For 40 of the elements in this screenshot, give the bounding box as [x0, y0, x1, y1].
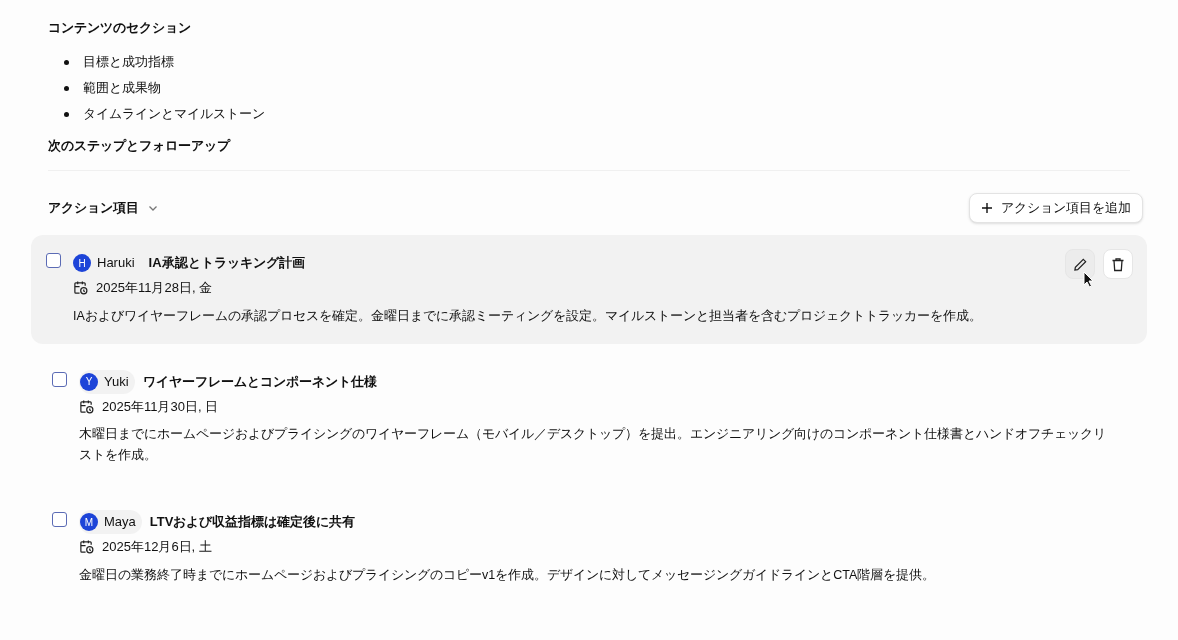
- avatar: Y: [80, 372, 98, 391]
- checkbox[interactable]: [46, 253, 61, 268]
- plus-icon: [981, 202, 993, 214]
- assignee-chip[interactable]: H Haruki: [73, 251, 141, 275]
- due-date: 2025年12月6日, 土: [102, 538, 212, 556]
- calendar-clock-icon: [79, 539, 94, 555]
- action-item-description: 金曜日の業務終了時までにホームページおよびプライシングのコピーv1を作成。デザインに対してメッセージングガイドラインとCTA階層を提供。: [79, 566, 937, 584]
- delete-button[interactable]: [1103, 249, 1133, 279]
- add-action-item-button[interactable]: アクション項目を追加: [969, 193, 1143, 223]
- avatar: M: [80, 513, 98, 531]
- assignee-chip[interactable]: Y Yuki: [79, 369, 135, 394]
- section-heading: 次のステップとフォローアップ: [48, 137, 232, 155]
- action-item-description: 木曜日までにホームページおよびプライシングのワイヤーフレーム（モバイル／デスクトップ）を提出。エンジニアリング向けのコンポーネント仕様書とハンドオフチェックリストを作成。: [79, 426, 1107, 464]
- assignee-name: Maya: [104, 513, 136, 532]
- assignee-name: Haruki: [97, 254, 135, 273]
- edit-button[interactable]: [1065, 249, 1095, 279]
- bullet-icon: [64, 111, 69, 117]
- action-item-title: LTVおよび収益指標は確定後に共有: [149, 513, 356, 532]
- bullet-icon: [64, 59, 69, 65]
- section-heading: アクション項目: [48, 199, 139, 218]
- bullet-icon: [64, 85, 69, 91]
- action-item-description: IAおよびワイヤーフレームの承認プロセスを確定。金曜日までに承認ミーティングを設定。マイルストーンと担当者を含むプロジェクトトラッカーを作成。: [73, 307, 983, 325]
- list-item: 範囲と成果物: [83, 79, 161, 97]
- cursor-icon: [1083, 271, 1094, 288]
- list-item: タイムラインとマイルストーン: [83, 105, 265, 123]
- assignee-chip[interactable]: M Maya: [79, 510, 142, 534]
- avatar: H: [73, 254, 91, 272]
- checkbox[interactable]: [52, 512, 67, 527]
- pencil-icon: [1072, 256, 1088, 272]
- checkbox[interactable]: [52, 371, 67, 387]
- due-date: 2025年11月28日, 金: [96, 279, 213, 297]
- action-item-title: ワイヤーフレームとコンポーネント仕様: [142, 372, 377, 391]
- section-heading: コンテンツのセクション: [48, 19, 192, 37]
- due-date: 2025年11月30日, 日: [102, 397, 219, 416]
- calendar-clock-icon: [73, 280, 88, 296]
- assignee-name: Yuki: [104, 372, 129, 391]
- action-item-title: IA承認とトラッキング計画: [148, 254, 305, 273]
- calendar-clock-icon: [79, 398, 94, 414]
- list-item: 目標と成功指標: [83, 53, 174, 71]
- trash-icon: [1111, 256, 1125, 272]
